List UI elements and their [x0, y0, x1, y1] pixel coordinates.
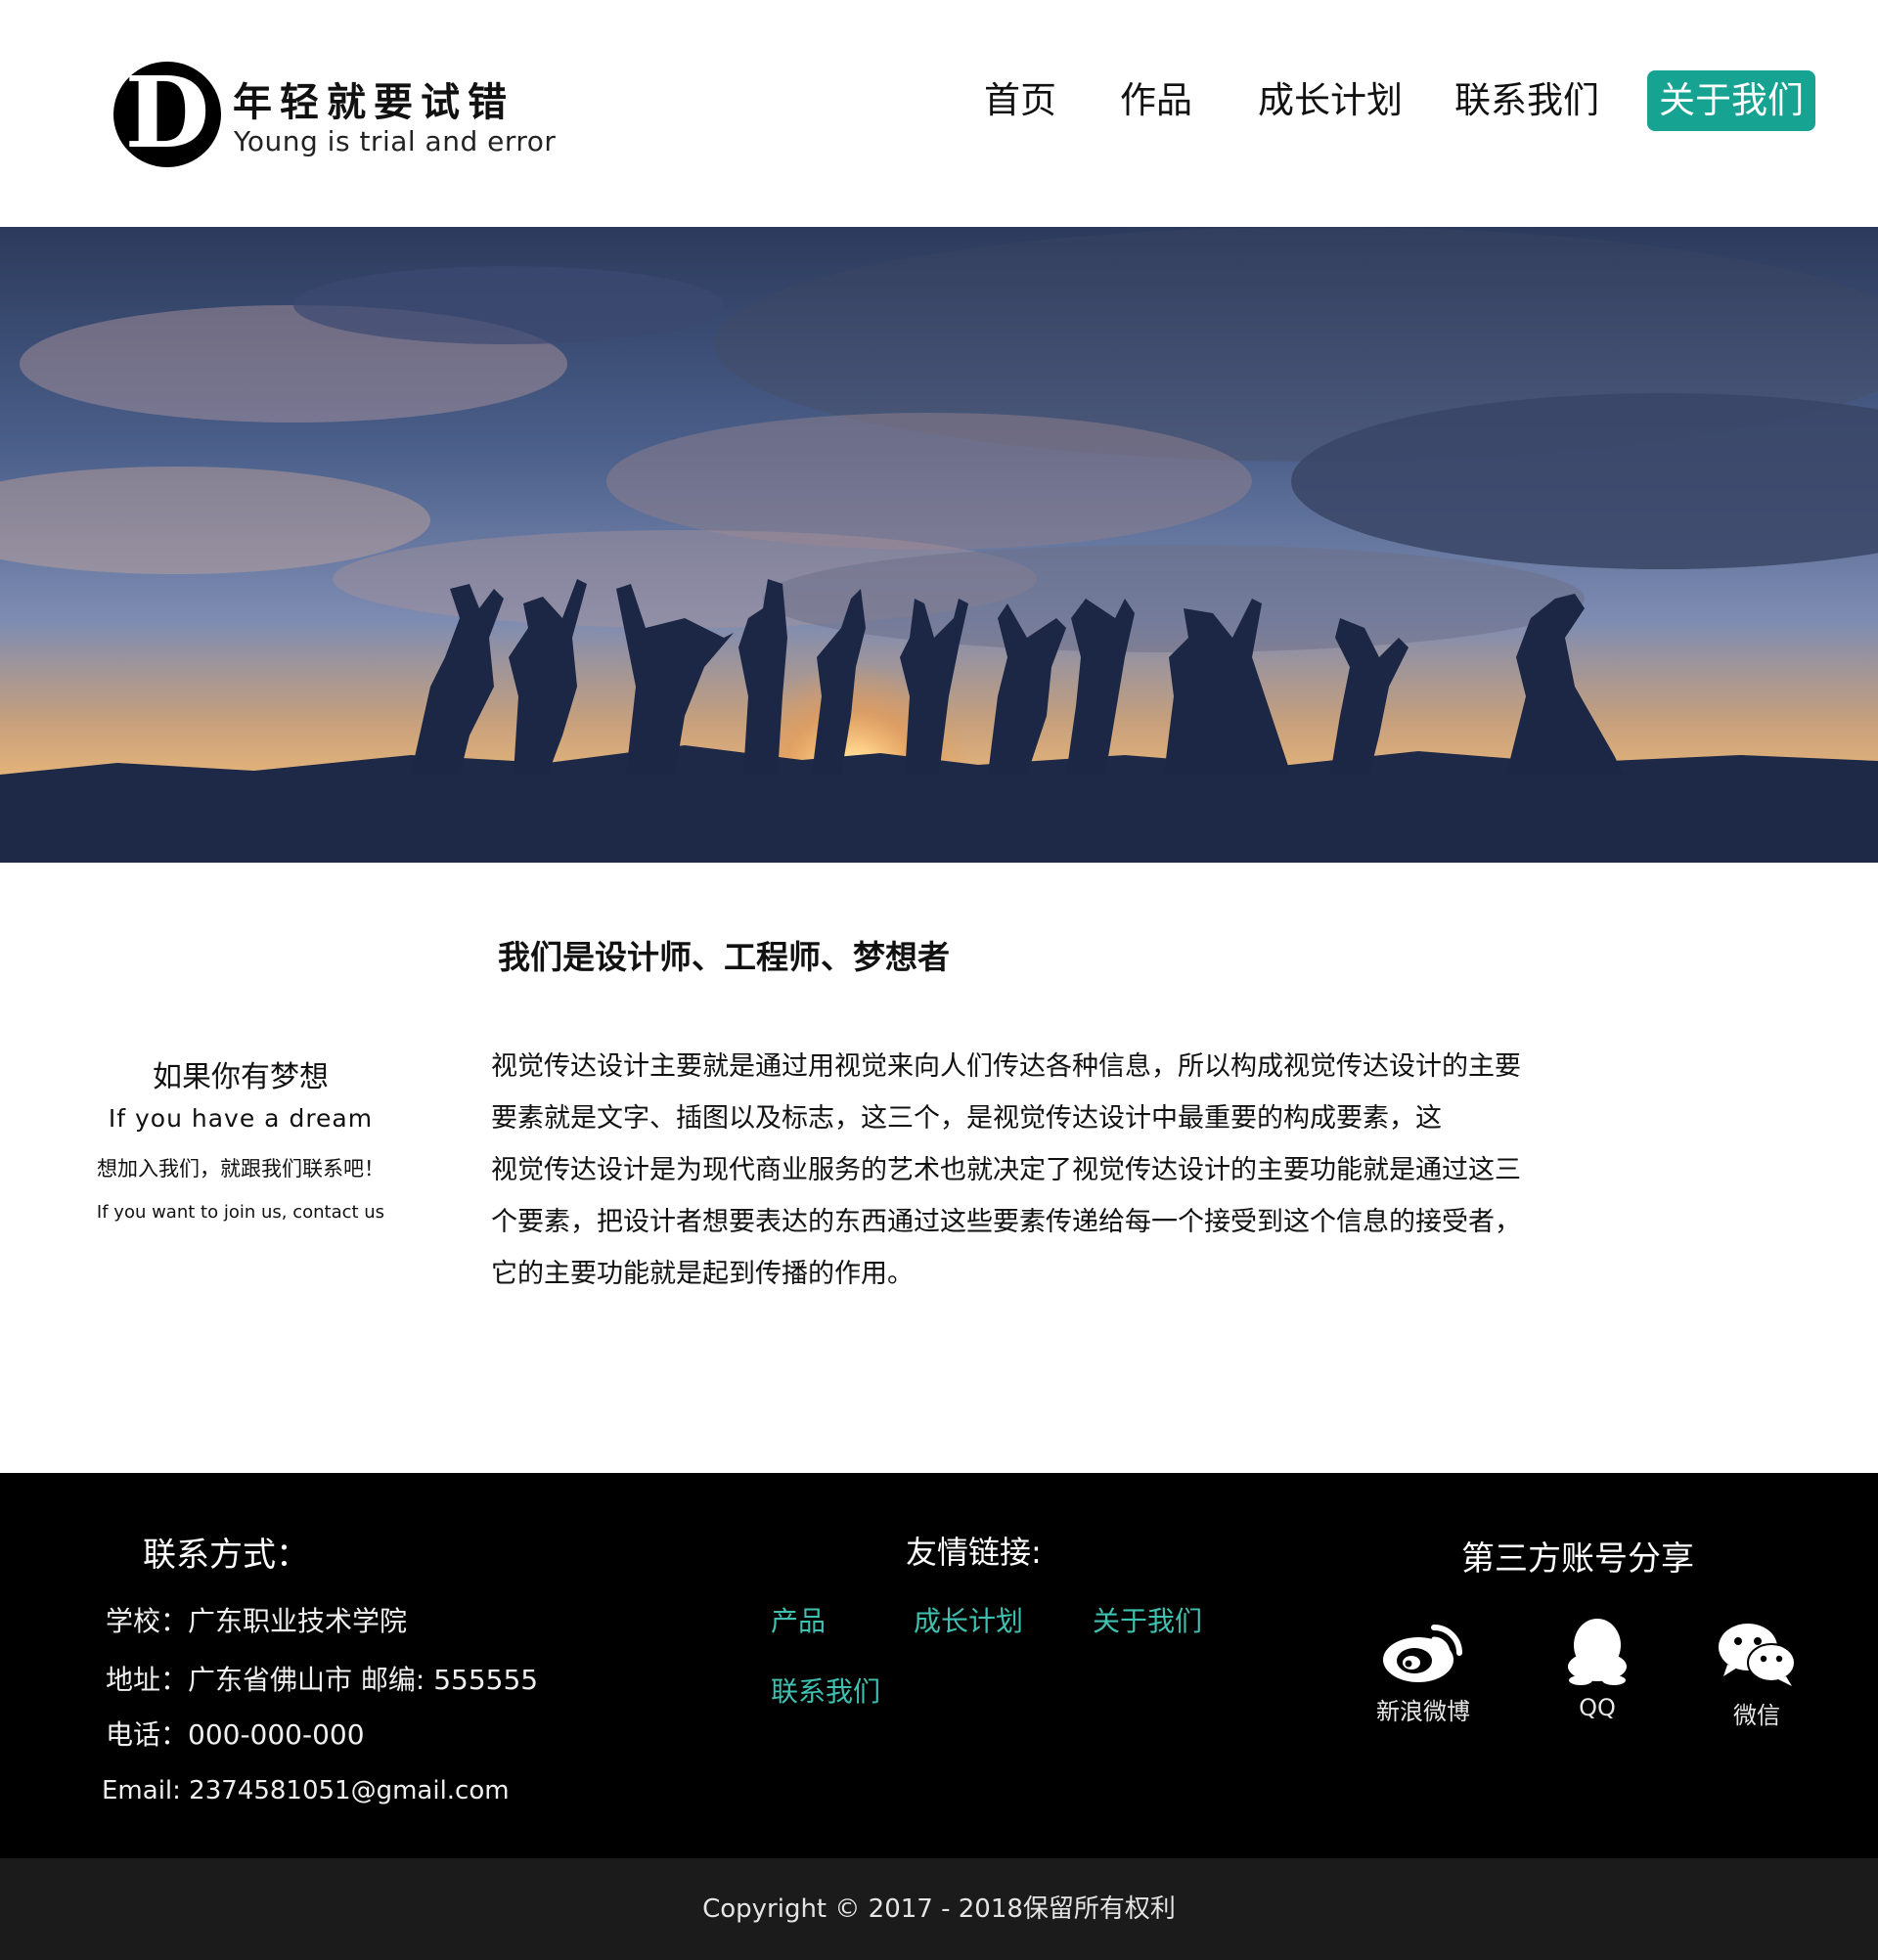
nav-works[interactable]: 作品 [1120, 70, 1192, 131]
wechat-icon [1719, 1624, 1796, 1686]
share-wechat[interactable]: 微信 [1693, 1622, 1820, 1730]
nav-about-active[interactable]: 关于我们 [1647, 70, 1815, 131]
brand-slogan: Young is trial and error [234, 125, 557, 157]
dream-title-en: If you have a dream [108, 1104, 374, 1133]
page-headline: 我们是设计师、工程师、梦想者 [498, 938, 950, 976]
logo-letter: D [124, 55, 210, 170]
site-header: D 年轻就要试错 Young is trial and error 首页 作品 … [0, 0, 1878, 227]
weibo-icon [1383, 1625, 1462, 1682]
share-title: 第三方账号分享 [1461, 1539, 1694, 1579]
nav-growth-plan[interactable]: 成长计划 [1258, 70, 1403, 131]
nav-home[interactable]: 首页 [984, 70, 1056, 131]
logo-icon[interactable]: D [113, 62, 221, 167]
join-us-en: If you want to join us, contact us [96, 1202, 385, 1223]
qq-icon [1568, 1619, 1627, 1685]
copyright-text: Copyright © 2017 - 2018保留所有权利 [702, 1894, 1176, 1924]
contact-address: 地址：广东省佛山市 邮编: 555555 [106, 1664, 539, 1696]
paragraph-line: 视觉传达设计是为现代商业服务的艺术也就决定了视觉传达设计的主要功能就是通过这三 [491, 1155, 1521, 1185]
contact-phone: 电话：000-000-000 [106, 1718, 365, 1751]
copyright-bar: Copyright © 2017 - 2018保留所有权利 [0, 1858, 1878, 1960]
share-weibo-label: 新浪微博 [1376, 1698, 1470, 1725]
paragraph-line: 视觉传达设计主要就是通过用视觉来向人们传达各种信息，所以构成视觉传达设计的主要 [491, 1051, 1521, 1082]
contact-title: 联系方式： [143, 1536, 309, 1575]
footer-link-products[interactable]: 产品 [771, 1600, 826, 1639]
dream-callout: 如果你有梦想 If you have a dream 想加入我们，就跟我们联系吧… [59, 1056, 423, 1234]
brand-title: 年轻就要试错 [233, 79, 514, 125]
share-wechat-label: 微信 [1733, 1702, 1780, 1729]
footer-link-contact[interactable]: 联系我们 [771, 1670, 880, 1710]
nav-contact[interactable]: 联系我们 [1454, 70, 1599, 131]
links-title: 友情链接: [906, 1534, 1042, 1571]
intro-paragraph: 视觉传达设计主要就是通过用视觉来向人们传达各种信息，所以构成视觉传达设计的主要 … [491, 1041, 1653, 1300]
hero-banner-image [0, 227, 1878, 863]
paragraph-line: 它的主要功能就是起到传播的作用。 [491, 1259, 914, 1289]
site-footer: 联系方式： 学校：广东职业技术学院 地址：广东省佛山市 邮编: 555555 电… [0, 1473, 1878, 1858]
share-weibo[interactable]: 新浪微博 [1360, 1616, 1487, 1726]
dream-title-cn: 如果你有梦想 [153, 1060, 329, 1094]
share-qq-label: QQ [1579, 1694, 1616, 1721]
footer-link-about[interactable]: 关于我们 [1093, 1600, 1202, 1639]
join-us-cn: 想加入我们，就跟我们联系吧！ [97, 1157, 384, 1180]
footer-link-growth-plan[interactable]: 成长计划 [914, 1600, 1023, 1639]
paragraph-line: 要素就是文字、插图以及标志，这三个，是视觉传达设计中最重要的构成要素，这 [491, 1103, 1442, 1134]
contact-email[interactable]: Email: 2374581051@gmail.com [102, 1776, 510, 1805]
paragraph-line: 个要素，把设计者想要表达的东西通过这些要素传递给每一个接受到这个信息的接受者， [491, 1207, 1521, 1237]
contact-school: 学校：广东职业技术学院 [106, 1605, 408, 1637]
share-qq[interactable]: QQ [1534, 1616, 1661, 1721]
